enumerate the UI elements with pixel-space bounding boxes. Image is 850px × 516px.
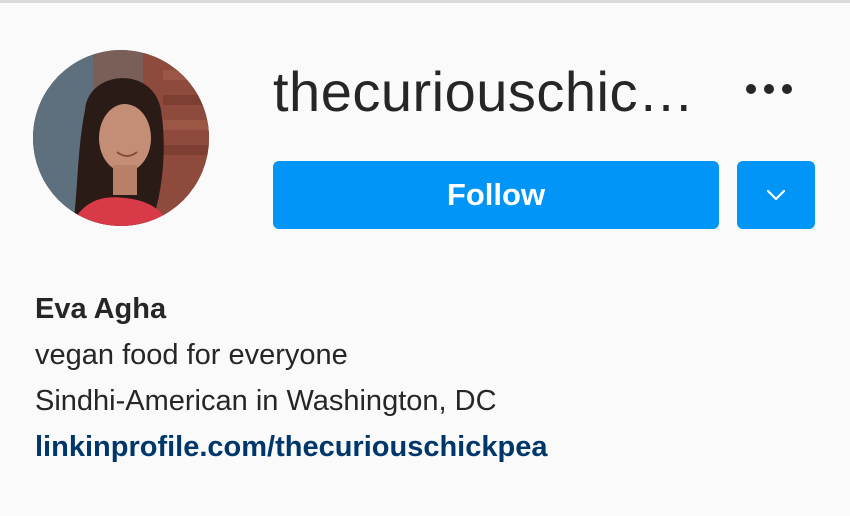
profile-full-name: Eva Agha: [35, 293, 167, 325]
avatar-photo: [33, 50, 209, 226]
profile-username: thecuriouschic…: [273, 60, 695, 123]
more-horizontal-icon: [742, 84, 796, 94]
follow-button[interactable]: Follow: [273, 161, 719, 229]
bio-line: vegan food for everyone: [35, 339, 348, 371]
profile-avatar[interactable]: [33, 50, 209, 226]
profile-website-link[interactable]: linkinprofile.com/thecuriouschickpea: [35, 431, 547, 463]
chevron-down-icon: [766, 189, 786, 201]
top-divider: [0, 0, 850, 3]
profile-bio: Eva Agha vegan food for everyone Sindhi-…: [35, 286, 547, 470]
bio-line: Sindhi-American in Washington, DC: [35, 385, 497, 417]
more-options-button[interactable]: [740, 70, 798, 108]
suggested-accounts-dropdown-button[interactable]: [737, 161, 815, 229]
